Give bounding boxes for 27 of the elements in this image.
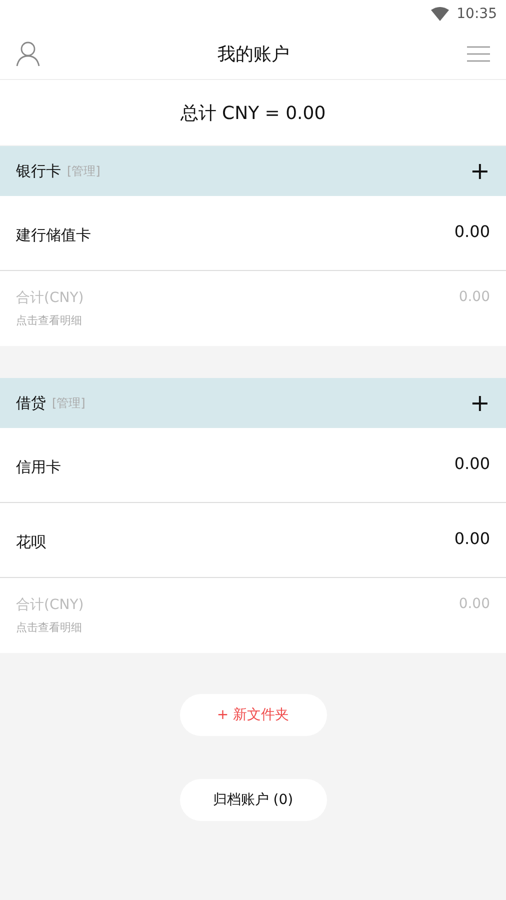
subtotal-label: 合计(CNY) [16, 596, 84, 614]
account-amount: 0.00 [454, 529, 490, 548]
status-time: 10:35 [456, 6, 497, 22]
pill-button[interactable]: + 新文件夹 [180, 694, 326, 736]
page-title: 我的账户 [218, 42, 290, 66]
account-amount: 0.00 [454, 454, 490, 473]
section-title: 借贷 [16, 394, 46, 412]
total-balance: 总计 CNY = 0.00 [180, 102, 326, 124]
account-amount: 0.00 [454, 222, 490, 241]
detail-hint: 点击查看明细 [16, 620, 82, 635]
subtotal-label: 合计(CNY) [16, 289, 84, 307]
account-row[interactable]: 信用卡 0.00 [0, 428, 506, 503]
wifi-icon [430, 7, 449, 21]
user-icon[interactable] [16, 40, 40, 66]
pill-button[interactable]: 归档账户 (0) [180, 779, 326, 821]
account-name: 信用卡 [16, 458, 61, 477]
account-row[interactable]: 建行储值卡 0.00 [0, 196, 506, 271]
subtotal-amount: 0.00 [458, 289, 490, 307]
account-name: 建行储值卡 [16, 226, 91, 245]
detail-hint: 点击查看明细 [16, 313, 82, 328]
section-title: 银行卡 [16, 162, 61, 180]
add-button[interactable]: + [470, 391, 490, 415]
account-name: 花呗 [16, 533, 46, 552]
menu-icon[interactable] [467, 46, 490, 62]
account-row[interactable]: 花呗 0.00 [0, 503, 506, 578]
add-button[interactable]: + [470, 159, 490, 183]
subtotal-amount: 0.00 [458, 596, 490, 614]
